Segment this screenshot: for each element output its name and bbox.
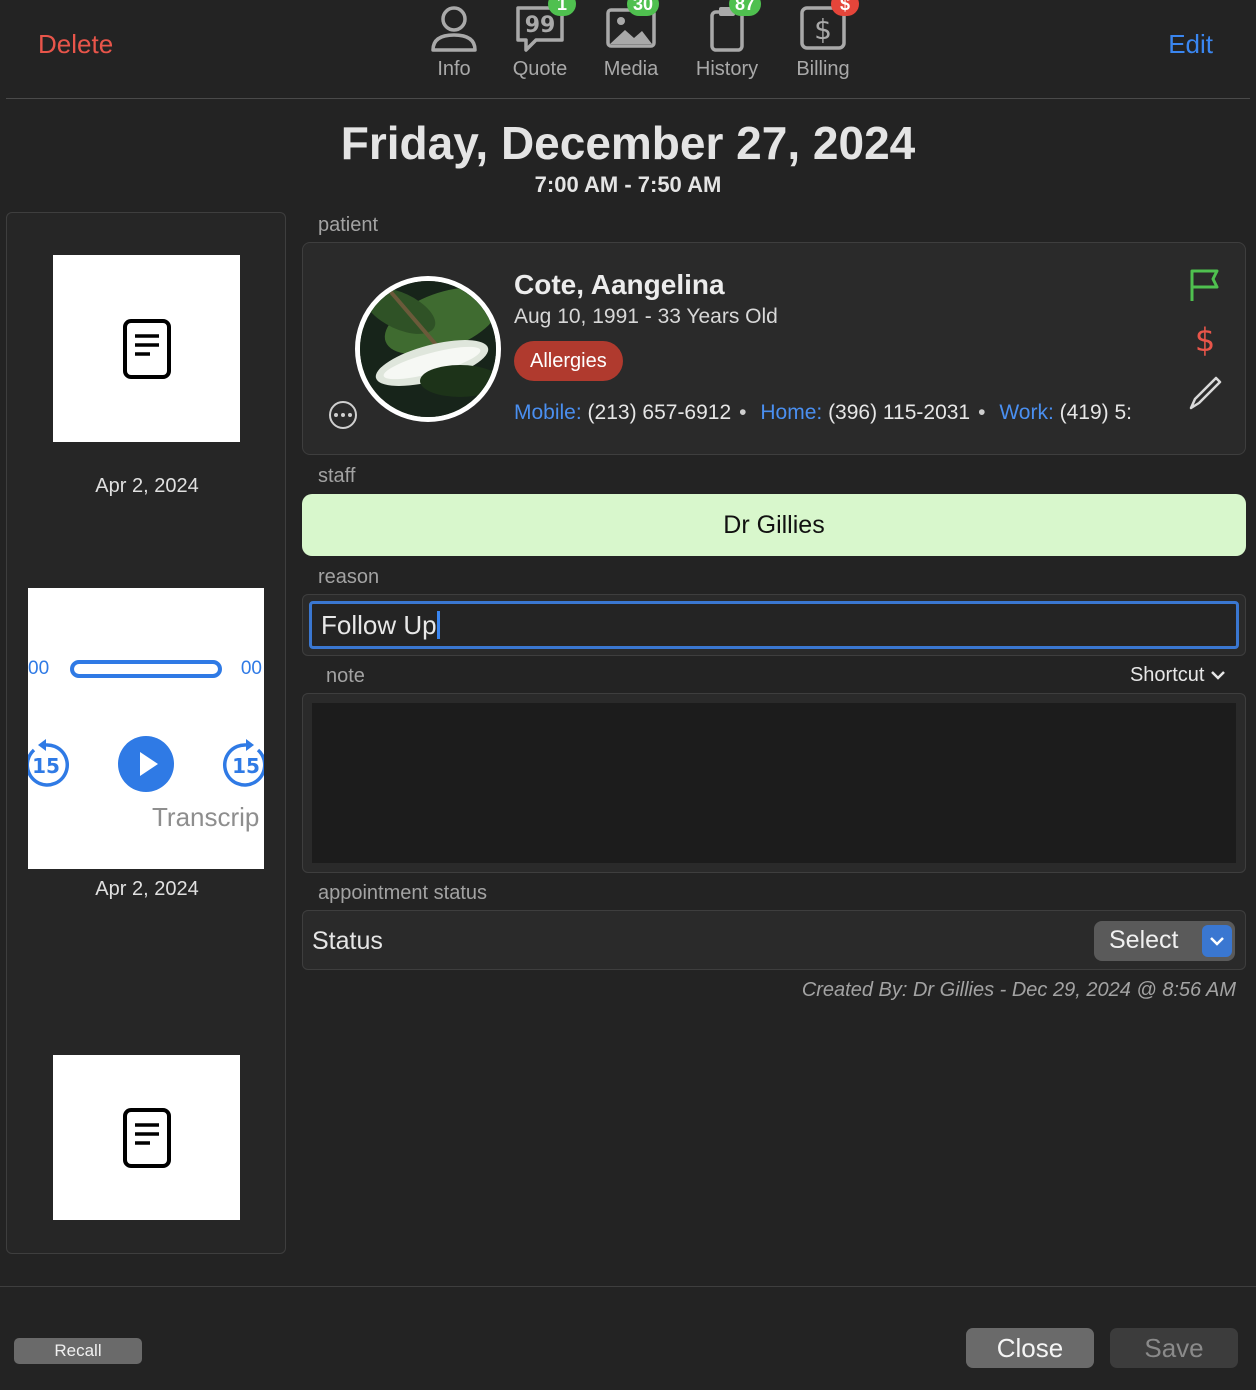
home-label: Home: <box>760 401 823 424</box>
status-row: Status Select <box>302 910 1246 970</box>
note-textarea[interactable] <box>312 703 1236 863</box>
media-item-document[interactable] <box>53 1055 240 1220</box>
audio-start-time: 00 <box>28 658 50 679</box>
tab-history[interactable]: 87 History <box>688 0 766 81</box>
media-item-date: Apr 2, 2024 <box>95 475 199 497</box>
tab-billing[interactable]: $ $ Billing <box>790 0 859 81</box>
photo-icon: 30 <box>601 0 661 56</box>
allergies-button[interactable]: Allergies <box>514 341 623 381</box>
play-icon <box>140 752 158 776</box>
patient-avatar[interactable] <box>355 276 501 422</box>
document-icon <box>122 1107 171 1168</box>
media-item-document[interactable] <box>53 255 240 442</box>
top-toolbar: Delete Info 99 1 Quote 30 Media 87 Histo… <box>0 0 1256 100</box>
audio-scrubber[interactable] <box>70 660 222 678</box>
mobile-number[interactable]: (213) 657-6912 <box>588 401 732 424</box>
status-select[interactable]: Select <box>1094 921 1235 961</box>
mobile-label: Mobile: <box>514 401 582 424</box>
staff-selector[interactable]: Dr Gillies <box>302 494 1246 556</box>
note-container <box>302 693 1246 873</box>
document-icon <box>122 318 171 379</box>
svg-text:99: 99 <box>525 13 556 38</box>
billing-badge: $ <box>831 0 859 16</box>
svg-text:$: $ <box>814 13 832 46</box>
flag-icon[interactable] <box>1187 267 1223 303</box>
media-item-date: Apr 2, 2024 <box>95 878 199 900</box>
person-icon <box>424 0 484 56</box>
patient-name: Cote, Aangelina <box>514 269 725 300</box>
appointment-time: 7:00 AM - 7:50 AM <box>534 172 722 197</box>
reason-value: Follow Up <box>321 610 437 640</box>
recall-button[interactable]: Recall <box>14 1338 142 1364</box>
close-button[interactable]: Close <box>966 1328 1094 1368</box>
media-panel[interactable]: Apr 2, 2024 00 00 15 15 Transcrip Apr 2,… <box>6 212 286 1254</box>
tab-quote-label: Quote <box>512 58 568 80</box>
appointment-date: Friday, December 27, 2024 <box>340 117 916 169</box>
svg-text:15: 15 <box>32 754 60 778</box>
transcript-link[interactable]: Transcrip <box>152 802 259 833</box>
chevron-down-icon <box>1202 925 1232 957</box>
more-options-icon[interactable] <box>329 401 357 429</box>
shortcut-label: Shortcut <box>1129 664 1205 686</box>
pencil-icon[interactable] <box>1187 375 1223 411</box>
dollar-icon: $ $ <box>793 0 859 56</box>
work-label: Work: <box>999 401 1054 424</box>
patient-dob-age: Aug 10, 1991 - 33 Years Old <box>514 305 778 328</box>
footer-divider <box>0 1286 1256 1287</box>
reason-section-label: reason <box>318 566 380 588</box>
patient-section-label: patient <box>318 214 379 236</box>
audio-end-time: 00 <box>240 658 262 679</box>
tab-history-label: History <box>695 58 759 80</box>
status-select-label: Select <box>1109 926 1179 954</box>
play-button[interactable] <box>118 736 174 792</box>
reason-container: Follow Up <box>302 594 1246 656</box>
appointment-status-section-label: appointment status <box>318 882 487 904</box>
home-number[interactable]: (396) 115-2031 <box>828 401 970 424</box>
created-by-text: Created By: Dr Gillies - Dec 29, 2024 @ … <box>801 979 1236 1001</box>
note-section-label: note <box>326 665 365 687</box>
work-number[interactable]: (419) 5: <box>1060 401 1132 424</box>
tab-billing-label: Billing <box>796 58 850 80</box>
status-label: Status <box>312 927 383 955</box>
patient-card: Cote, Aangelina Aug 10, 1991 - 33 Years … <box>302 242 1246 455</box>
text-caret <box>436 611 440 639</box>
billing-dollar-icon[interactable]: $ <box>1187 321 1223 357</box>
caterpillar-photo <box>360 281 496 417</box>
tab-quote[interactable]: 99 1 Quote <box>505 0 576 81</box>
skip-back-icon[interactable]: 15 <box>28 738 72 790</box>
quote-badge: 1 <box>548 0 576 16</box>
skip-forward-icon[interactable]: 15 <box>220 738 264 790</box>
tab-info-label: Info <box>437 58 471 80</box>
clipboard-icon: 87 <box>697 0 762 56</box>
shortcut-dropdown[interactable]: Shortcut <box>1130 664 1226 687</box>
edit-button[interactable]: Edit <box>1168 29 1213 60</box>
save-button[interactable]: Save <box>1110 1328 1238 1368</box>
toolbar-divider <box>6 98 1250 99</box>
patient-phones: Mobile: (213) 657-6912 • Home: (396) 115-… <box>514 401 1132 424</box>
chevron-down-icon <box>1211 671 1225 680</box>
tab-info[interactable]: Info <box>424 0 484 81</box>
staff-section-label: staff <box>318 465 356 487</box>
delete-button[interactable]: Delete <box>38 29 113 60</box>
reason-input[interactable]: Follow Up <box>309 601 1239 649</box>
tab-media-label: Media <box>603 58 659 80</box>
tab-media[interactable]: 30 Media <box>596 0 666 81</box>
svg-text:$: $ <box>1195 321 1215 357</box>
svg-text:15: 15 <box>232 754 260 778</box>
quote-bubble-icon: 99 1 <box>510 0 576 56</box>
media-item-audio[interactable]: 00 00 15 15 Transcrip <box>28 588 264 869</box>
